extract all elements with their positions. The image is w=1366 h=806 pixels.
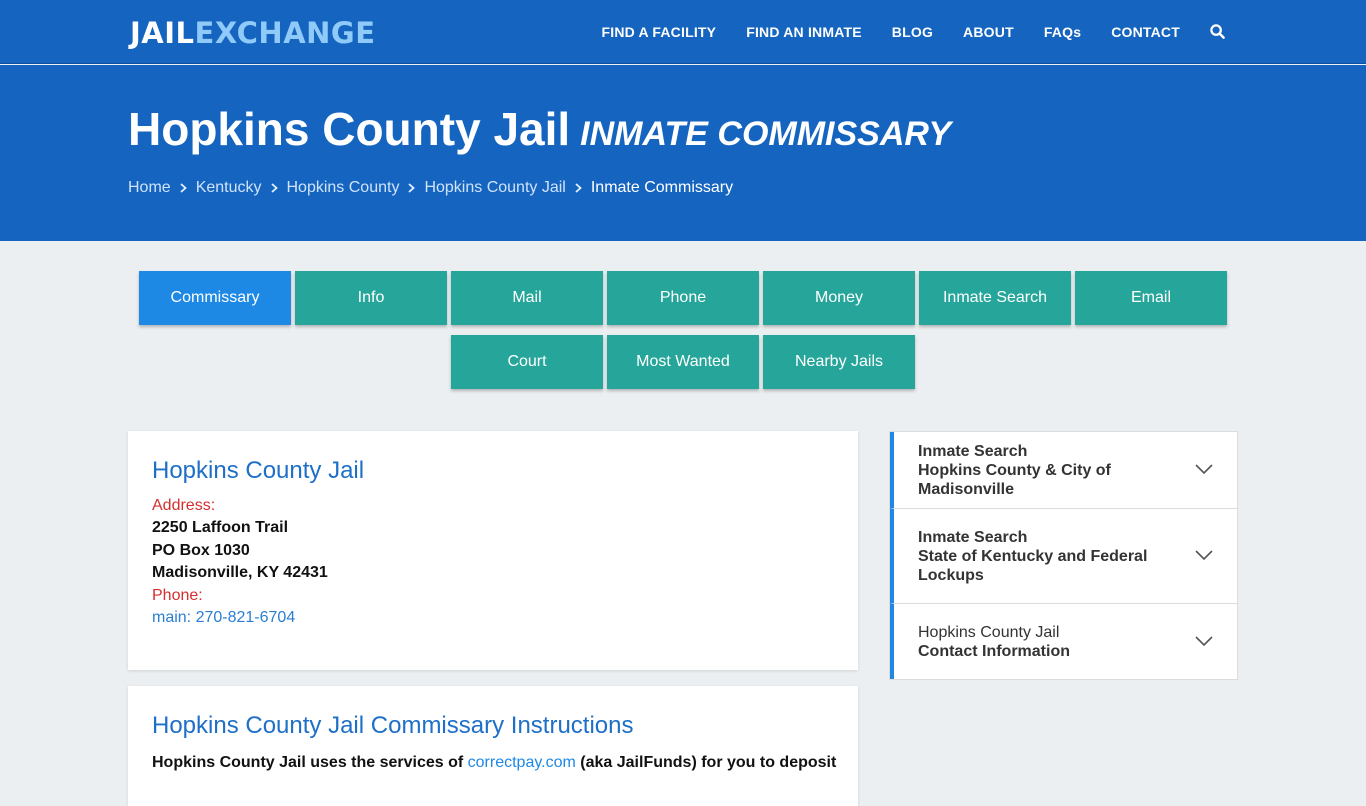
accordion-inmate-search-county[interactable]: Inmate Search Hopkins County & City of M…: [890, 432, 1237, 509]
tab-court[interactable]: Court: [451, 335, 603, 389]
tab-money[interactable]: Money: [763, 271, 915, 325]
main-nav: FIND A FACILITY FIND AN INMATE BLOG ABOU…: [571, 0, 1226, 64]
nav-about[interactable]: ABOUT: [963, 24, 1014, 40]
facility-card: Hopkins County Jail Address: 2250 Laffoo…: [128, 431, 858, 670]
site-logo[interactable]: JAILEXCHANGE: [130, 16, 376, 50]
instructions-card: Hopkins County Jail Commissary Instructi…: [128, 686, 858, 806]
chevron-down-icon: [1195, 550, 1213, 561]
sidebar-accordion: Inmate Search Hopkins County & City of M…: [889, 431, 1238, 680]
breadcrumb-home[interactable]: Home: [128, 179, 171, 197]
instructions-title: Hopkins County Jail Commissary Instructi…: [152, 712, 634, 739]
breadcrumb-county[interactable]: Hopkins County: [287, 179, 400, 197]
page-header: Hopkins County Jail Inmate Commissary Hom…: [0, 65, 1366, 241]
chevron-down-icon: [1195, 464, 1213, 475]
breadcrumb: Home Kentucky Hopkins County Hopkins Cou…: [128, 179, 733, 197]
instructions-text: Hopkins County Jail uses the services of…: [152, 754, 837, 771]
phone-link[interactable]: main: 270-821-6704: [152, 609, 295, 626]
tab-inmate-search[interactable]: Inmate Search: [919, 271, 1071, 325]
accordion-inmate-search-state[interactable]: Inmate Search State of Kentucky and Fede…: [890, 509, 1237, 604]
nav-faqs[interactable]: FAQs: [1044, 24, 1081, 40]
nav-contact[interactable]: CONTACT: [1111, 24, 1180, 40]
tab-phone[interactable]: Phone: [607, 271, 759, 325]
breadcrumb-facility[interactable]: Hopkins County Jail: [424, 179, 565, 197]
page-title: Hopkins County Jail Inmate Commissary: [128, 103, 952, 155]
chevron-down-icon: [1195, 635, 1213, 646]
phone-label: Phone:: [152, 586, 203, 604]
chevron-right-icon: [408, 183, 416, 193]
address-label: Address:: [152, 497, 216, 514]
breadcrumb-current: Inmate Commissary: [590, 179, 734, 196]
accordion-contact-info[interactable]: Hopkins County Jail Contact Information: [890, 604, 1237, 679]
chevron-right-icon: [180, 183, 187, 193]
top-navbar: JAILEXCHANGE FIND A FACILITY FIND AN INM…: [0, 0, 1366, 64]
tab-email[interactable]: Email: [1075, 271, 1227, 325]
tab-commissary[interactable]: Commissary: [139, 271, 291, 325]
chevron-right-icon: [575, 183, 582, 193]
breadcrumb-state[interactable]: Kentucky: [196, 179, 262, 197]
chevron-right-icon: [270, 183, 278, 193]
tab-info[interactable]: Info: [295, 271, 447, 325]
correctpay-link[interactable]: correctpay.com: [468, 754, 576, 771]
address-line-2: PO Box 1030: [152, 541, 250, 559]
search-icon[interactable]: [1210, 24, 1226, 40]
tab-nearby-jails[interactable]: Nearby Jails: [763, 335, 915, 389]
tab-most-wanted[interactable]: Most Wanted: [607, 335, 759, 389]
nav-find-facility[interactable]: FIND A FACILITY: [601, 24, 716, 40]
facility-name: Hopkins County Jail: [152, 457, 365, 484]
page-subtitle: Inmate Commissary: [580, 115, 952, 153]
tab-mail[interactable]: Mail: [451, 271, 603, 325]
nav-find-inmate[interactable]: FIND AN INMATE: [746, 24, 862, 40]
address-line-3: Madisonville, KY 42431: [152, 564, 328, 581]
nav-blog[interactable]: BLOG: [892, 24, 933, 40]
address-line-1: 2250 Laffoon Trail: [152, 519, 289, 536]
